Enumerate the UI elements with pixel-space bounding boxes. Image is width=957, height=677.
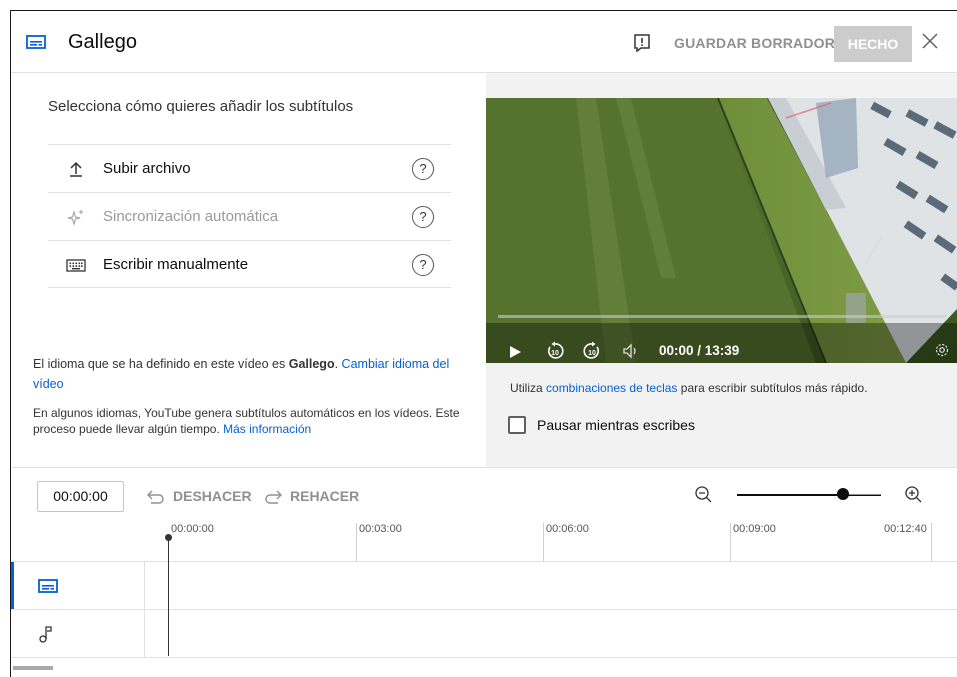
redo-icon xyxy=(263,487,283,508)
playhead[interactable] xyxy=(168,536,169,656)
language-info: El idioma que se ha definido en este víd… xyxy=(33,354,453,394)
playhead-handle[interactable] xyxy=(165,534,172,541)
language-name: Gallego xyxy=(288,357,335,371)
zoom-slider-thumb[interactable] xyxy=(837,488,849,500)
tip-text-end: para escribir subtítulos más rápido. xyxy=(677,381,868,395)
ruler-tick: 00:06:00 xyxy=(543,523,589,561)
dialog-title: Gallego xyxy=(68,31,137,53)
upload-file-label: Subir archivo xyxy=(103,160,191,177)
undo-label: DESHACER xyxy=(173,488,252,504)
subtitle-editor-dialog: Gallego GUARDAR BORRADOR HECHO Seleccion… xyxy=(10,10,957,677)
method-prompt: Selecciona cómo quieres añadir los subtí… xyxy=(48,98,354,115)
pause-checkbox[interactable] xyxy=(508,416,526,434)
settings-gear-icon[interactable] xyxy=(934,342,950,363)
auto-sync-label: Sincronización automática xyxy=(103,208,279,225)
zoom-in-icon[interactable] xyxy=(904,485,924,510)
forward-10-icon[interactable]: 10 xyxy=(582,341,602,363)
tracks-bottom-border xyxy=(11,657,957,658)
language-info-dot: . xyxy=(334,357,339,371)
help-icon[interactable]: ? xyxy=(412,254,434,276)
video-frame-image xyxy=(486,98,957,363)
tip-text: Utiliza xyxy=(510,381,547,395)
subtitle-track[interactable] xyxy=(11,561,957,610)
sparkle-icon xyxy=(66,207,86,227)
ruler-tick: 00:03:00 xyxy=(356,523,402,561)
learn-more-link[interactable]: Más información xyxy=(223,422,311,436)
feedback-icon[interactable] xyxy=(633,33,651,58)
language-info-text: El idioma que se ha definido en este víd… xyxy=(33,357,289,371)
ruler-tick: 00:09:00 xyxy=(730,523,776,561)
player-controls: 10 10 00:00 / 13:39 xyxy=(486,338,957,363)
zoom-slider-rest xyxy=(845,494,881,495)
timecode-input[interactable]: 00:00:00 xyxy=(37,481,124,512)
redo-label: REHACER xyxy=(290,488,360,504)
done-button[interactable]: HECHO xyxy=(834,26,912,62)
method-panel: Selecciona cómo quieres añadir los subtí… xyxy=(11,73,486,467)
play-icon[interactable] xyxy=(508,345,522,363)
dialog-header: Gallego GUARDAR BORRADOR HECHO xyxy=(11,11,957,73)
rewind-10-icon[interactable]: 10 xyxy=(545,341,565,363)
keyboard-icon xyxy=(66,255,86,275)
type-manually-option[interactable]: Escribir manualmente ? xyxy=(48,240,451,288)
pause-label: Pausar mientras escribes xyxy=(537,417,695,433)
audio-track-header xyxy=(11,610,145,658)
shortcuts-tip: Utiliza combinaciones de teclas para esc… xyxy=(510,381,868,395)
help-icon[interactable]: ? xyxy=(412,206,434,228)
preview-panel: 10 10 00:00 / 13:39 Utiliza combinacione… xyxy=(486,73,957,467)
undo-icon xyxy=(146,487,166,508)
timeline-toolbar: 00:00:00 DESHACER REHACER xyxy=(11,467,957,523)
svg-text:10: 10 xyxy=(551,350,559,357)
upload-icon xyxy=(66,159,86,179)
zoom-out-icon[interactable] xyxy=(694,485,714,510)
subtitles-icon xyxy=(38,578,58,599)
audio-track[interactable] xyxy=(11,609,957,658)
keyboard-shortcuts-link[interactable]: combinaciones de teclas xyxy=(546,381,677,395)
close-icon[interactable] xyxy=(921,32,939,55)
video-player[interactable]: 10 10 00:00 / 13:39 xyxy=(486,98,957,363)
subtitles-icon xyxy=(26,34,46,55)
ruler-tick: 00:00:00 xyxy=(171,523,214,535)
horizontal-scrollbar[interactable] xyxy=(13,666,53,670)
music-note-icon xyxy=(38,624,54,649)
auto-captions-info: En algunos idiomas, YouTube genera subtí… xyxy=(33,405,463,437)
timeline-ruler: 00:00:00 00:03:00 00:06:00 00:09:00 00:1… xyxy=(11,523,957,561)
svg-text:10: 10 xyxy=(588,350,596,357)
type-manually-label: Escribir manualmente xyxy=(103,256,249,273)
zoom-slider[interactable] xyxy=(737,494,881,496)
upload-file-option[interactable]: Subir archivo ? xyxy=(48,144,451,192)
volume-icon[interactable] xyxy=(622,342,640,363)
auto-sync-option[interactable]: Sincronización automática ? xyxy=(48,192,451,240)
subtitle-track-header xyxy=(11,562,145,610)
player-time: 00:00 / 13:39 xyxy=(659,343,740,358)
save-draft-button[interactable]: GUARDAR BORRADOR xyxy=(674,35,835,51)
help-icon[interactable]: ? xyxy=(412,158,434,180)
ruler-tick: 00:12:40 xyxy=(882,523,932,561)
